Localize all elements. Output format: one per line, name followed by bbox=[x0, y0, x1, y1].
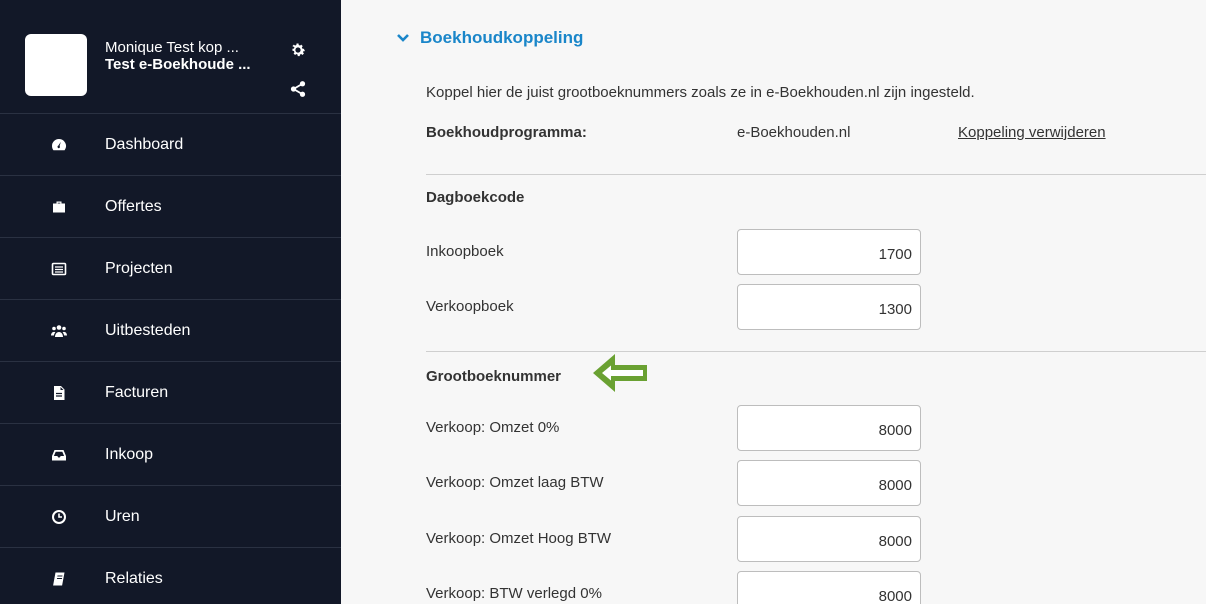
divider bbox=[426, 174, 1206, 175]
omzet-0-input[interactable]: 8000 bbox=[737, 405, 921, 451]
sidebar-item-offertes[interactable]: Offertes bbox=[0, 176, 341, 238]
sidebar-item-uren[interactable]: Uren bbox=[0, 486, 341, 548]
briefcase-icon bbox=[53, 201, 65, 212]
sidebar-item-label: Inkoop bbox=[105, 445, 154, 463]
sidebar-item-label: Uren bbox=[105, 507, 140, 525]
remove-connection-link[interactable]: Koppeling verwijderen bbox=[958, 124, 1106, 141]
omzet-hoog-btw-label: Verkoop: Omzet Hoog BTW bbox=[426, 530, 612, 547]
chevron-down-icon[interactable] bbox=[396, 31, 410, 45]
dashboard-icon bbox=[52, 138, 66, 150]
omzet-hoog-btw-input[interactable]: 8000 bbox=[737, 516, 921, 562]
sidebar-item-label: Dashboard bbox=[105, 135, 184, 153]
inbox-icon bbox=[52, 449, 66, 460]
sidebar: Monique Test kop ... Test e-Boekhoude ..… bbox=[0, 0, 341, 604]
sidebar-item-projecten[interactable]: Projecten bbox=[0, 238, 341, 300]
address-book-icon bbox=[53, 572, 65, 585]
sidebar-item-relaties[interactable]: Relaties bbox=[0, 548, 341, 604]
share-icon[interactable] bbox=[289, 80, 307, 98]
sidebar-item-label: Facturen bbox=[105, 383, 169, 401]
intro-text: Koppel hier de juist grootboeknummers zo… bbox=[426, 84, 975, 101]
section-title: Boekhoudkoppeling bbox=[420, 28, 584, 47]
inkoopboek-label: Inkoopboek bbox=[426, 243, 504, 260]
profile-company: Test e-Boekhoude ... bbox=[105, 56, 251, 73]
document-icon bbox=[54, 385, 65, 400]
profile-block: Monique Test kop ... Test e-Boekhoude ..… bbox=[0, 0, 341, 114]
section-header[interactable]: Boekhoudkoppeling bbox=[396, 28, 583, 48]
sidebar-item-dashboard[interactable]: Dashboard bbox=[0, 114, 341, 176]
sidebar-item-facturen[interactable]: Facturen bbox=[0, 362, 341, 424]
sidebar-item-label: Relaties bbox=[105, 569, 163, 587]
sidebar-item-label: Offertes bbox=[105, 197, 162, 215]
inkoopboek-input[interactable]: 1700 bbox=[737, 229, 921, 275]
sidebar-nav: Dashboard Offertes Projecten Uitbesteden… bbox=[0, 114, 341, 604]
program-value: e-Boekhouden.nl bbox=[737, 124, 851, 141]
sidebar-item-inkoop[interactable]: Inkoop bbox=[0, 424, 341, 486]
gear-icon[interactable] bbox=[289, 41, 307, 59]
list-icon bbox=[51, 262, 67, 275]
arrow-left-icon bbox=[593, 354, 647, 392]
sidebar-item-uitbesteden[interactable]: Uitbesteden bbox=[0, 300, 341, 362]
grootboek-heading: Grootboeknummer bbox=[426, 368, 562, 385]
profile-name: Monique Test kop ... bbox=[105, 39, 239, 56]
main-content: Boekhoudkoppeling Koppel hier de juist g… bbox=[341, 0, 1206, 604]
divider bbox=[426, 351, 1206, 352]
users-icon bbox=[51, 324, 67, 337]
verkoopboek-input[interactable]: 1300 bbox=[737, 284, 921, 330]
omzet-0-label: Verkoop: Omzet 0% bbox=[426, 419, 560, 436]
dagboek-heading: Dagboekcode bbox=[426, 189, 525, 206]
btw-verlegd-input[interactable]: 8000 bbox=[737, 571, 921, 604]
verkoopboek-label: Verkoopboek bbox=[426, 298, 514, 315]
app-window: Monique Test kop ... Test e-Boekhoude ..… bbox=[0, 0, 1206, 604]
avatar[interactable] bbox=[25, 34, 87, 96]
omzet-laag-btw-label: Verkoop: Omzet laag BTW bbox=[426, 474, 604, 491]
program-label: Boekhoudprogramma: bbox=[426, 124, 587, 141]
clock-icon bbox=[52, 509, 66, 524]
btw-verlegd-label: Verkoop: BTW verlegd 0% bbox=[426, 585, 602, 602]
sidebar-item-label: Uitbesteden bbox=[105, 321, 191, 339]
sidebar-item-label: Projecten bbox=[105, 259, 173, 277]
omzet-laag-btw-input[interactable]: 8000 bbox=[737, 460, 921, 506]
